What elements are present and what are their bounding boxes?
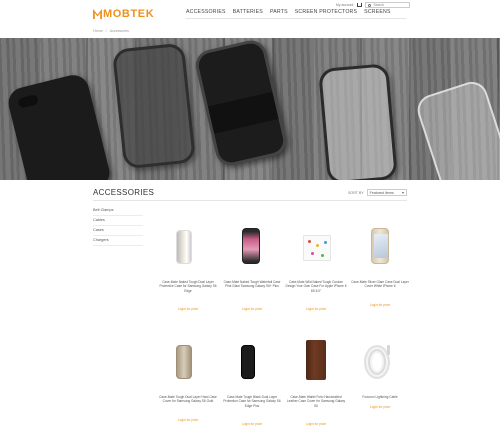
product-image[interactable] [221,335,283,393]
hero-black-case [5,71,113,180]
product-card[interactable]: Case-Mate Naked Tough Dual Layer Protect… [157,220,219,320]
product-name[interactable]: Case-Mate Silver Glam Case Dual Layer Co… [349,280,411,289]
search-placeholder: Search [373,3,385,7]
nav-screens[interactable]: SCREENS [364,9,390,15]
nav-screen-protectors[interactable]: SCREEN PROTECTORS [295,9,357,15]
nav-batteries[interactable]: BATTERIES [233,9,263,15]
breadcrumb: Home / Accessories [93,29,132,33]
hero-clear-case [413,77,500,180]
product-grid: Case-Mate Naked Tough Dual Layer Protect… [157,220,409,435]
breadcrumb-current: Accessories [109,29,129,33]
sort-value: Featured Items [369,190,394,195]
logo-text: MOBTEK [103,8,155,20]
product-price[interactable]: Login for price [157,418,219,422]
product-name[interactable]: Case-Mate Naked Tough Dual Layer Protect… [157,280,219,293]
sidebar-item-cables[interactable]: Cables [93,216,143,226]
product-name[interactable]: Case-Mate Wallet Folio Handcrafted Leath… [285,395,347,408]
product-name[interactable]: Foxconn Lightning Cable [349,395,411,399]
product-card[interactable]: Foxconn Lightning Cable Login for price [349,335,411,435]
product-image[interactable] [285,335,347,393]
header-utilities: My account Search [336,2,411,8]
product-card[interactable]: Case-Mate Wild Naked Tough Custom Design… [285,220,347,320]
hero-banner [0,38,500,180]
product-card[interactable]: Case-Mate Naked Tough Waterfall Case Pin… [221,220,283,320]
product-card[interactable]: Case-Mate Silver Glam Case Dual Layer Co… [349,220,411,320]
product-name[interactable]: Case-Mate Tough Black Dual Layer Protect… [221,395,283,408]
product-card[interactable]: Case-Mate Wallet Folio Handcrafted Leath… [285,335,347,435]
main-nav: ACCESSORIES BATTERIES PARTS SCREEN PROTE… [186,9,398,15]
sort-control: SORT BY Featured Items [348,189,407,196]
page-title: ACCESSORIES [93,188,155,197]
product-name[interactable]: Case-Mate Naked Tough Waterfall Case Pin… [221,280,283,289]
product-image[interactable] [221,220,283,278]
cart-icon[interactable] [357,3,363,7]
chevron-down-icon [401,191,404,194]
search-icon [368,3,372,7]
product-price[interactable]: Login for price [285,307,347,311]
breadcrumb-separator: / [105,29,107,33]
product-price[interactable]: Login for price [349,303,411,307]
search-input[interactable]: Search [365,2,411,8]
product-price[interactable]: Login for price [349,405,411,409]
sidebar-item-chargers[interactable]: Chargers [93,236,143,246]
product-price[interactable]: Login for price [157,307,219,311]
sort-select[interactable]: Featured Items [366,189,407,196]
site-logo[interactable]: MOBTEK [93,8,154,20]
sidebar-item-belt-clamps[interactable]: Belt Clamps [93,206,143,216]
breadcrumb-home[interactable]: Home [93,29,103,33]
product-image[interactable] [285,220,347,278]
sort-label: SORT BY [348,190,364,195]
sidebar-item-cases[interactable]: Cases [93,226,143,236]
hero-dark-case [192,38,290,169]
product-image[interactable] [349,220,411,278]
product-price[interactable]: Login for price [221,307,283,311]
site-header: MOBTEK My account Search ACCESSORIES BAT… [0,0,500,24]
product-card[interactable]: Case-Mate Tough Dual Layer Hard Case Cov… [157,335,219,435]
product-card[interactable]: Case-Mate Tough Black Dual Layer Protect… [221,335,283,435]
product-name[interactable]: Case-Mate Tough Dual Layer Hard Case Cov… [157,395,219,404]
nav-parts[interactable]: PARTS [270,9,288,15]
account-link[interactable]: My account [336,3,353,7]
nav-divider [186,18,406,19]
nav-accessories[interactable]: ACCESSORIES [186,9,226,15]
hero-frosted-case [318,63,398,180]
category-sidebar: Belt Clamps Cables Cases Chargers [93,206,143,246]
product-price[interactable]: Login for price [221,422,283,426]
product-price[interactable]: Login for price [285,422,347,426]
content-divider [93,200,407,201]
product-image[interactable] [349,335,411,393]
product-image[interactable] [157,335,219,393]
hero-smoke-case [111,42,197,170]
product-name[interactable]: Case-Mate Wild Naked Tough Custom Design… [285,280,347,293]
product-image[interactable] [157,220,219,278]
logo-m-icon [93,9,102,19]
